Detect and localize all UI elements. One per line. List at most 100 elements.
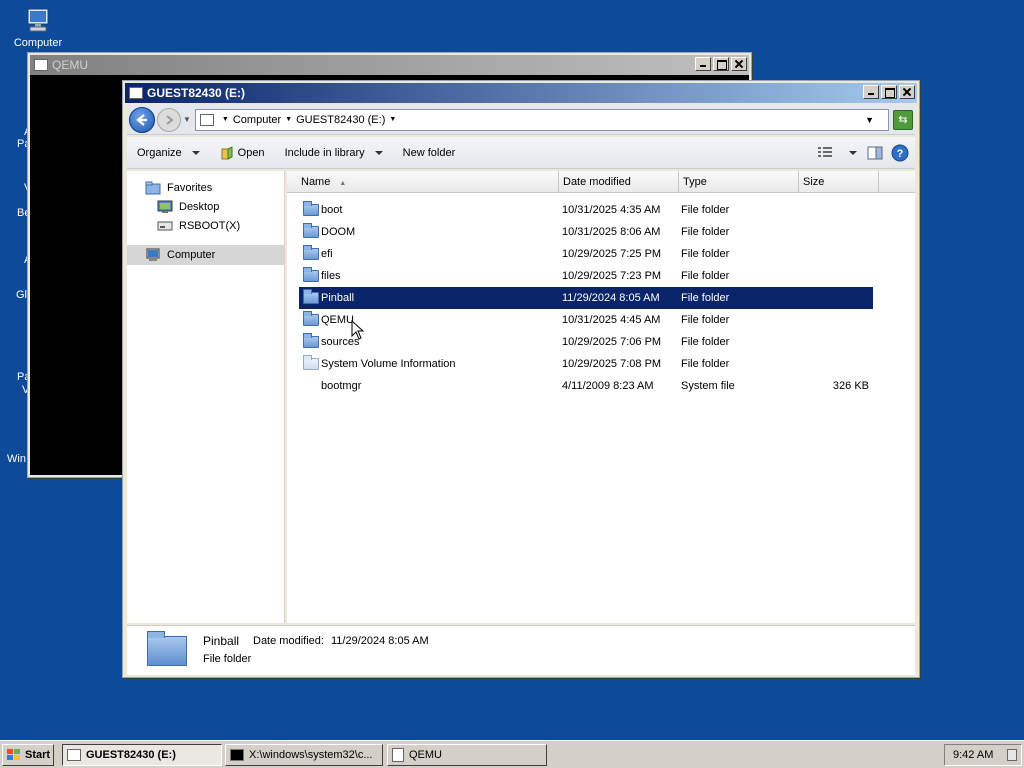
nav-item-rsboot[interactable]: RSBOOT(X)	[157, 217, 240, 235]
file-row[interactable]: QEMU 10/31/2025 4:45 AM File folder	[299, 309, 873, 331]
nav-item-desktop[interactable]: Desktop	[157, 198, 219, 216]
file-name: files	[321, 270, 341, 282]
file-date-modified: 10/29/2025 7:08 PM	[562, 358, 662, 370]
file-row[interactable]: sources 10/29/2025 7:06 PM File folder	[299, 331, 873, 353]
column-header-name[interactable]: Name ▲	[287, 171, 559, 193]
console-icon	[230, 749, 244, 761]
help-button[interactable]: ?	[889, 144, 915, 162]
maximize-button[interactable]	[713, 57, 729, 71]
column-header-type[interactable]: Type	[679, 171, 799, 193]
clock[interactable]: 9:42 AM	[953, 749, 993, 761]
taskbar-item-cmd[interactable]: X:\windows\system32\c...	[225, 744, 383, 766]
breadcrumb-computer[interactable]: Computer	[233, 114, 281, 126]
nav-item-favorites[interactable]: Favorites	[145, 179, 212, 197]
close-button[interactable]	[731, 57, 747, 71]
file-date-modified: 10/31/2025 4:35 AM	[562, 204, 661, 216]
nav-label-computer: Computer	[167, 249, 216, 261]
open-icon	[221, 145, 233, 160]
breadcrumb-separator-icon[interactable]: ▼	[285, 116, 292, 123]
file-row[interactable]: System Volume Information 10/29/2025 7:08…	[299, 353, 873, 375]
network-icon[interactable]	[1007, 749, 1017, 761]
taskbar-label: X:\windows\system32\c...	[249, 749, 373, 761]
file-list-pane[interactable]: Name ▲ Date modified Type Size boot 10/31…	[287, 171, 915, 623]
file-type: File folder	[681, 226, 730, 238]
file-row[interactable]: bootmgr 4/11/2009 8:23 AM System file 326 K…	[299, 375, 873, 397]
file-icon	[305, 379, 317, 393]
file-row[interactable]: Pinball 11/29/2024 8:05 AM File folder	[299, 287, 873, 309]
close-button[interactable]	[899, 85, 915, 99]
folder-icon	[303, 333, 319, 348]
desktop-icon-computer[interactable]: Computer	[0, 6, 78, 49]
forward-button[interactable]	[157, 107, 181, 132]
column-header-date-modified[interactable]: Date modified	[559, 171, 679, 193]
file-date-modified: 10/31/2025 4:45 AM	[562, 314, 661, 326]
include-in-library-label: Include in library	[284, 146, 365, 159]
details-type: File folder	[203, 653, 252, 665]
file-name: boot	[321, 204, 343, 216]
details-date-label: Date modified:	[253, 635, 324, 647]
address-dropdown-icon[interactable]: ▼	[865, 115, 874, 125]
qemu-titlebar[interactable]: QEMU	[30, 55, 749, 75]
preview-pane-icon	[867, 146, 883, 159]
system-folder-icon	[303, 355, 319, 370]
preview-pane-button[interactable]	[861, 146, 889, 160]
organize-button[interactable]: Organize	[127, 147, 210, 159]
chevron-down-icon	[849, 150, 857, 155]
views-button[interactable]	[807, 146, 861, 160]
file-row[interactable]: efi 10/29/2025 7:25 PM File folder	[299, 243, 873, 265]
nav-label-favorites: Favorites	[167, 182, 213, 194]
minimize-button[interactable]	[863, 85, 879, 99]
new-folder-button[interactable]: New folder	[393, 147, 466, 159]
taskbar: Start GUEST82430 (E:) X:\windows\system3…	[0, 740, 1024, 768]
column-label-type: Type	[683, 176, 707, 188]
maximize-button[interactable]	[881, 85, 897, 99]
file-date-modified: 10/31/2025 8:06 AM	[562, 226, 661, 238]
window-icon	[392, 748, 404, 762]
column-header-size[interactable]: Size	[799, 171, 879, 193]
svg-text:?: ?	[897, 148, 904, 160]
column-label-name: Name	[301, 176, 331, 188]
open-button[interactable]: Open	[210, 145, 275, 160]
taskbar-item-qemu[interactable]: QEMU	[387, 744, 547, 766]
breadcrumb-separator-icon[interactable]: ▼	[389, 116, 396, 123]
qemu-title: QEMU	[52, 58, 88, 72]
explorer-window[interactable]: GUEST82430 (E:) ▼ ▼ Computer ▼ GUEST8243…	[122, 80, 920, 678]
minimize-button[interactable]	[695, 57, 711, 71]
nav-item-computer[interactable]: Computer	[127, 245, 284, 265]
explorer-titlebar[interactable]: GUEST82430 (E:)	[125, 83, 917, 103]
file-date-modified: 10/29/2025 7:23 PM	[562, 270, 662, 282]
file-row[interactable]: DOOM 10/31/2025 8:06 AM File folder	[299, 221, 873, 243]
navigation-pane: Favorites Desktop RSBOOT(X) Computer	[127, 171, 285, 623]
help-icon: ?	[891, 144, 909, 161]
history-dropdown-icon[interactable]: ▼	[183, 115, 191, 124]
file-date-modified: 4/11/2009 8:23 AM	[562, 380, 654, 392]
column-label-size: Size	[803, 176, 825, 188]
refresh-button[interactable]: ⇆	[893, 109, 913, 130]
details-name: Pinball	[203, 634, 240, 648]
folder-icon	[303, 201, 319, 216]
taskbar-item-explorer[interactable]: GUEST82430 (E:)	[62, 744, 222, 766]
refresh-icon: ⇆	[898, 114, 908, 126]
drive-icon	[67, 749, 81, 761]
system-tray: 9:42 AM	[944, 744, 1022, 766]
include-in-library-button[interactable]: Include in library	[275, 147, 393, 159]
breadcrumb-separator-icon[interactable]: ▼	[222, 116, 229, 123]
breadcrumb-drive[interactable]: GUEST82430 (E:)	[296, 114, 385, 126]
nav-label-rsboot: RSBOOT(X)	[179, 220, 241, 232]
file-name: Pinball	[321, 292, 355, 304]
file-name: QEMU	[321, 314, 354, 326]
file-name: efi	[321, 248, 333, 260]
start-button[interactable]: Start	[2, 744, 54, 766]
organize-label: Organize	[137, 146, 182, 159]
back-button[interactable]	[129, 106, 155, 133]
computer-icon	[27, 8, 49, 32]
file-row[interactable]: files 10/29/2025 7:23 PM File folder	[299, 265, 873, 287]
file-type: File folder	[681, 292, 730, 304]
drive-icon	[157, 221, 173, 231]
address-row: ▼ ▼ Computer ▼ GUEST82430 (E:) ▼ ▼ ⇆	[127, 105, 915, 135]
address-bar[interactable]: ▼ Computer ▼ GUEST82430 (E:) ▼ ▼	[194, 108, 889, 131]
arrow-right-icon	[166, 114, 174, 125]
open-label: Open	[237, 146, 265, 159]
file-size: 326 KB	[832, 380, 869, 392]
file-row[interactable]: boot 10/31/2025 4:35 AM File folder	[299, 199, 873, 221]
